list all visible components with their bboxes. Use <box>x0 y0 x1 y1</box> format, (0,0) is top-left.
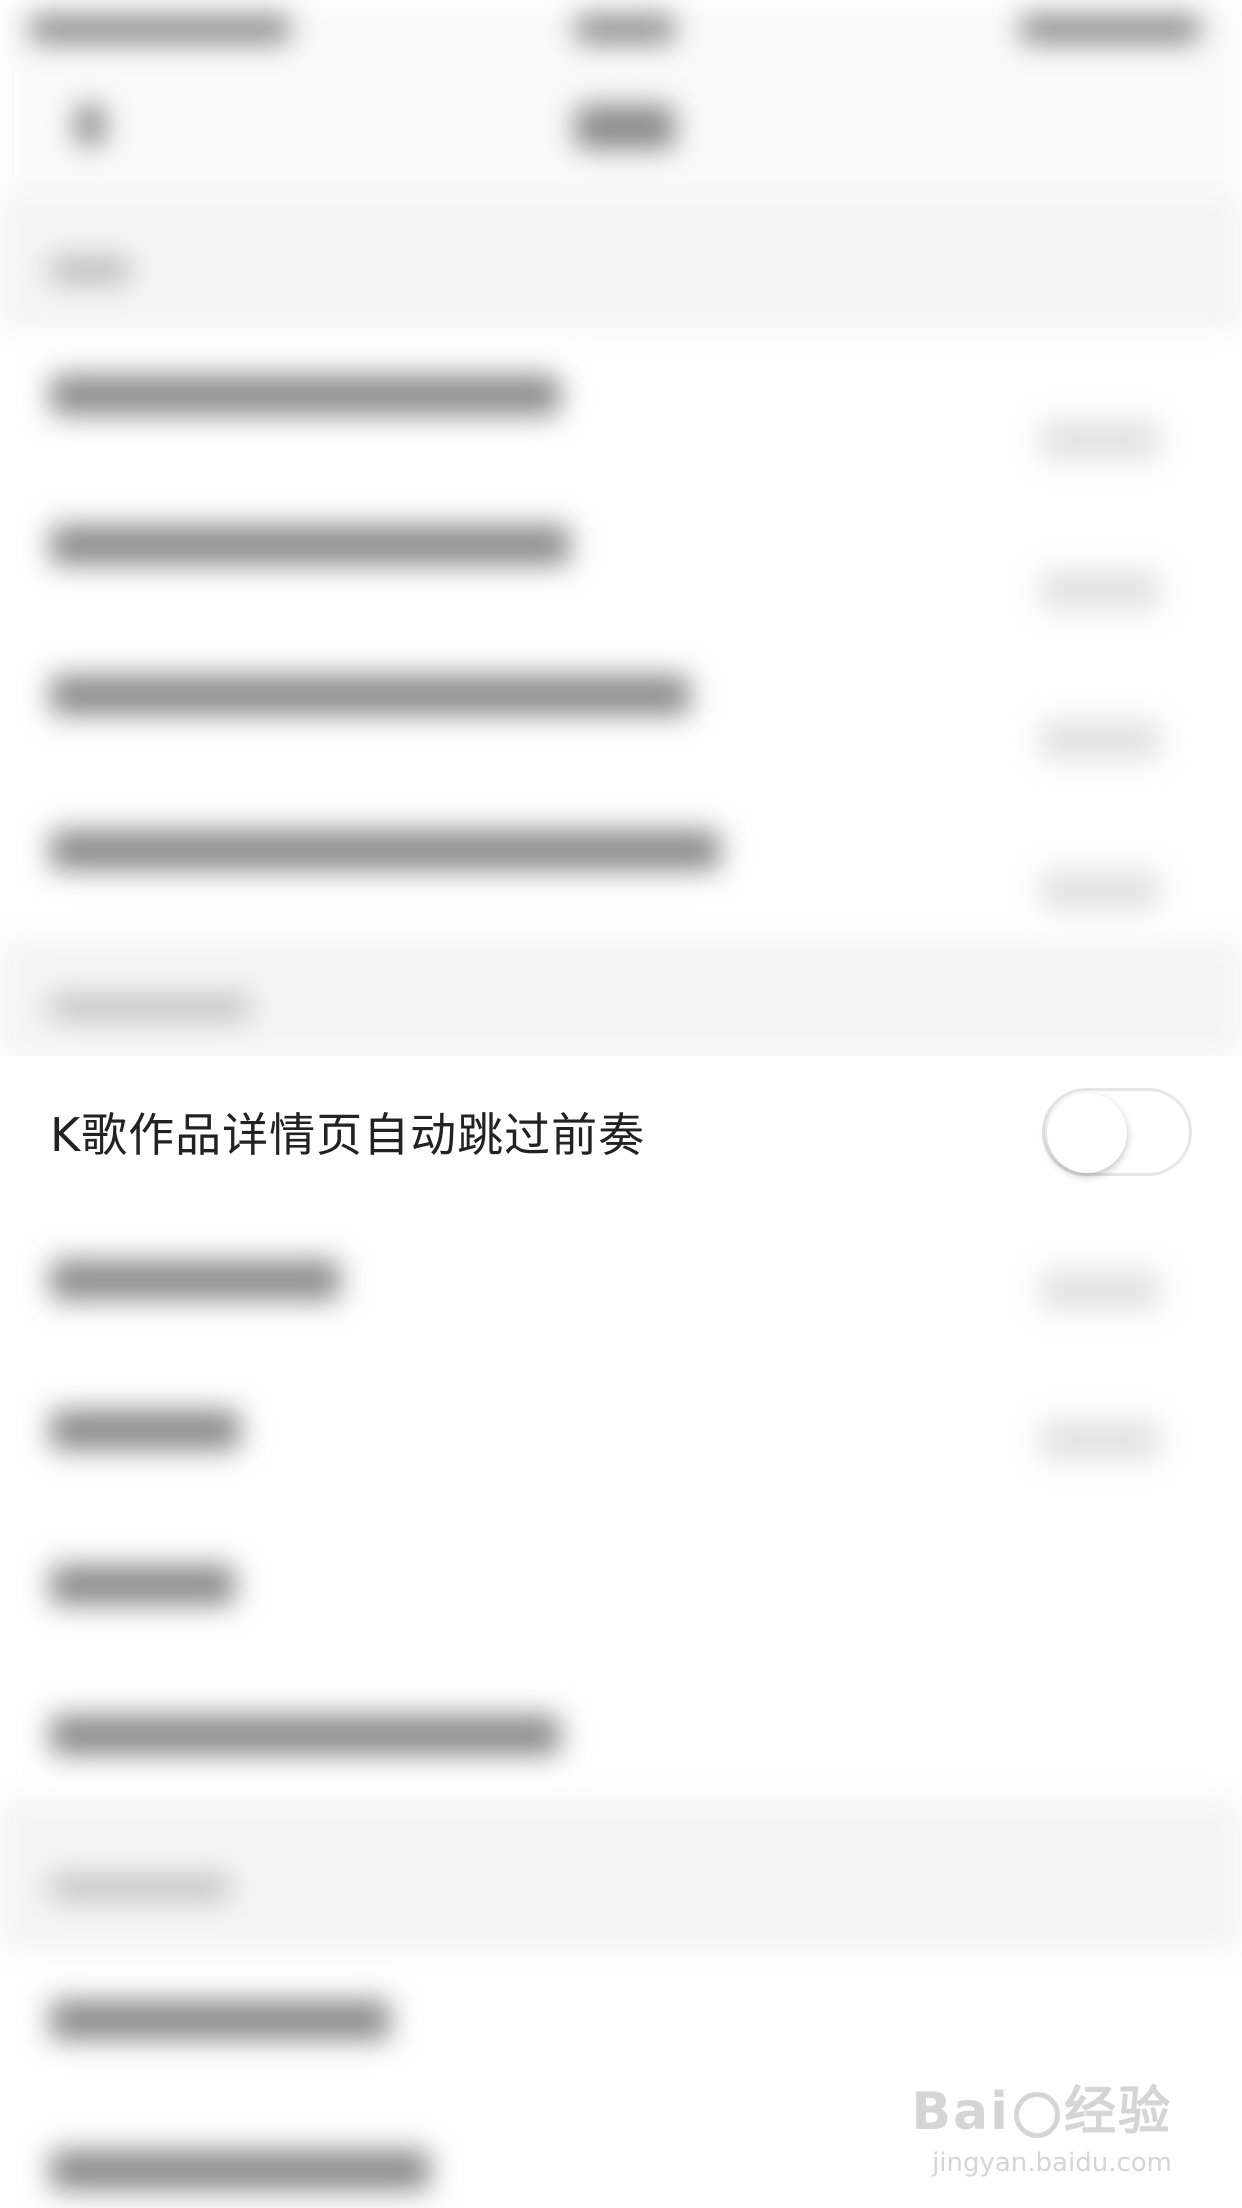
blurred-row-7 <box>50 1565 235 1605</box>
blurred-row-3 <box>50 675 690 715</box>
blurred-status-bar-right <box>1020 15 1200 43</box>
blurred-row-6-control <box>1040 1420 1160 1460</box>
watermark-brand-right: 经验 <box>1063 2082 1172 2142</box>
blurred-row-3-control <box>1040 720 1160 760</box>
paw-icon <box>1013 2092 1060 2138</box>
blurred-section-header-1 <box>0 200 1242 330</box>
blurred-section-label-1 <box>50 258 130 282</box>
blurred-status-bar-center <box>575 15 675 43</box>
skip-intro-setting-row: K歌作品详情页自动跳过前奏 <box>0 1056 1242 1208</box>
blurred-row-4-control <box>1040 870 1160 910</box>
blurred-row-5 <box>50 1260 340 1300</box>
blurred-row-2-control <box>1040 570 1160 610</box>
blurred-row-6 <box>50 1410 240 1450</box>
baidu-jingyan-watermark: Bai 经验 jingyan.baidu.com <box>911 2069 1172 2178</box>
blurred-back-icon <box>75 105 105 145</box>
blurred-row-2 <box>50 525 570 565</box>
blurred-row-8 <box>50 1715 560 1755</box>
skip-intro-toggle[interactable] <box>1042 1088 1192 1176</box>
blurred-row-9 <box>50 2000 390 2040</box>
blurred-row-1 <box>50 375 560 415</box>
blurred-row-5-control <box>1040 1270 1160 1310</box>
blurred-title <box>575 105 675 149</box>
blurred-status-bar-left <box>30 15 290 43</box>
blurred-section-label-2 <box>50 995 250 1019</box>
watermark-url: jingyan.baidu.com <box>932 2148 1172 2178</box>
settings-screen: K歌作品详情页自动跳过前奏 Bai 经验 jingyan.baidu.com <box>0 0 1242 2208</box>
blurred-row-1-control <box>1040 420 1160 460</box>
blurred-row-4 <box>50 830 720 870</box>
skip-intro-label: K歌作品详情页自动跳过前奏 <box>50 1108 646 1162</box>
watermark-brand-left: Bai <box>911 2082 1010 2142</box>
blurred-section-label-3 <box>50 1875 230 1899</box>
blurred-row-10 <box>50 2150 430 2190</box>
toggle-knob <box>1047 1093 1127 1173</box>
